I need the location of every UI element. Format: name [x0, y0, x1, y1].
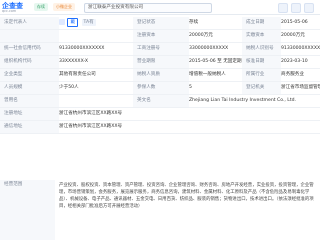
status-badge: 存续 [34, 3, 48, 11]
search-text: 浙江联泰产业投资有限公司 [88, 5, 144, 10]
favorite-icon[interactable] [291, 3, 301, 13]
value-approval-date: 2023-03-10 [281, 59, 308, 64]
label-taxpayer-id: 纳税人识别号 [242, 43, 281, 55]
value-staff-size: 少于50人 [59, 85, 79, 90]
label-reg-capital: 注册资本 [133, 30, 189, 42]
label-org-code: 组织机构代码 [0, 56, 59, 68]
label-reg-address: 注册地址 [0, 108, 59, 120]
table-row: 法定代表人 戴 TA有 登记状态 存续 成立日期 2015-05-06 [0, 17, 320, 30]
value-taxpayer-id: 91330000XXXXX [281, 46, 320, 51]
table-row: 企业类型 其他有限责任公司 纳税人资质 增值税一般纳税人 所属行业 商务服务业 [0, 69, 320, 82]
label-staff-size: 人员规模 [0, 82, 59, 94]
value-taxpayer-quality: 增值税一般纳税人 [189, 72, 226, 77]
value-reg-authority: 浙江省市场监督管理局 [281, 85, 320, 90]
label-reg-number: 工商注册号 [133, 43, 189, 55]
table-row: 注册地址 浙江省杭州市滨江区XX路XX号 [0, 108, 320, 121]
value-paid-capital: 20000万元 [281, 33, 305, 38]
value-insured-count: 5 [189, 85, 192, 90]
value-org-code: 33XXXXXX-X [59, 59, 89, 64]
value-empty[interactable] [55, 30, 137, 42]
label-business-scope-text: 经营范围 [4, 182, 23, 187]
value-mail-address[interactable]: 浙江省杭州市滨江区XX路XX号 [55, 121, 320, 133]
value-industry: 商务服务业 [281, 72, 304, 77]
site-logo-sub: qcc.com [2, 9, 17, 13]
value-credit-code: 91330000XXXXXXX [59, 46, 105, 51]
value-reg-capital: 20000万元 [189, 33, 213, 38]
label-business-term: 营业期限 [133, 56, 189, 68]
business-scope: 经营范围 产业投资、股权投资、资本管理、资产管理、投资咨询、企业管理咨询、财务咨… [0, 180, 320, 240]
label-established: 成立日期 [242, 17, 281, 29]
value-english-name: Zhejiang Lian Tai Industry Investment Co… [189, 98, 297, 103]
value-legal-rep[interactable]: 戴 TA有 [55, 17, 137, 29]
value-business-scope: 产业投资、股权投资、资本管理、资产管理、投资咨询、企业管理咨询、财务咨询、房地产… [59, 183, 314, 209]
label-insured-count: 参保人数 [133, 82, 189, 94]
header-icons [278, 3, 314, 13]
label-business-scope: 经营范围 [0, 180, 55, 240]
table-row: 通信地址 浙江省杭州市滨江区XX路XX号 [0, 121, 320, 134]
download-icon[interactable] [304, 3, 314, 13]
value-former-name [55, 95, 137, 107]
legal-name[interactable]: 戴 [67, 18, 79, 27]
label-paid-capital: 实缴资本 [242, 30, 281, 42]
value-company-type: 其他有限责任公司 [59, 72, 96, 77]
table-row: 曾用名 英文名 Zhejiang Lian Tai Industry Inves… [0, 95, 320, 108]
label-status: 登记状态 [133, 17, 189, 29]
label-former-name: 曾用名 [0, 95, 59, 107]
label-legal-rep: 法定代表人 [0, 17, 59, 29]
label-credit-code: 统一社会信用代码 [0, 43, 59, 55]
label-company-type: 企业类型 [0, 69, 59, 81]
value-business-term: 2015-05-06 至 无固定期限 [189, 59, 246, 64]
table-row: 注册资本 20000万元 实缴资本 20000万元 [0, 30, 320, 43]
value-established: 2015-05-06 [281, 20, 308, 25]
value-reg-address[interactable]: 浙江省杭州市滨江区XX路XX号 [55, 108, 320, 120]
label-approval-date: 核准日期 [242, 56, 281, 68]
table-row: 组织机构代码 33XXXXXX-X 营业期限 2015-05-06 至 无固定期… [0, 56, 320, 69]
table-row: 统一社会信用代码 91330000XXXXXXX 工商注册号 33000000X… [0, 43, 320, 56]
value-status: 存续 [189, 20, 199, 25]
label-mail-address: 通信地址 [0, 121, 59, 133]
label-reg-authority: 登记机关 [242, 82, 281, 94]
label-english-name: 英文名 [133, 95, 189, 107]
label-empty [0, 30, 59, 42]
value-reg-number: 33000000XXXXX [189, 46, 229, 51]
top-bar: 企查查 qcc.com 存续 小微企业 浙江联泰产业投资有限公司 [0, 0, 320, 15]
label-industry: 所属行业 [242, 69, 281, 81]
table-row: 人员规模 少于50人 参保人数 5 登记机关 浙江省市场监督管理局 [0, 82, 320, 95]
business-info-table: 法定代表人 戴 TA有 登记状态 存续 成立日期 2015-05-06 注册资本… [0, 17, 320, 134]
share-icon[interactable] [278, 3, 288, 13]
search-box[interactable]: 浙江联泰产业投资有限公司 [84, 3, 212, 13]
label-taxpayer-quality: 纳税人资质 [133, 69, 189, 81]
avatar [59, 18, 65, 25]
tag-badge: 小微企业 [53, 3, 75, 11]
legal-tag[interactable]: TA有 [81, 19, 96, 26]
